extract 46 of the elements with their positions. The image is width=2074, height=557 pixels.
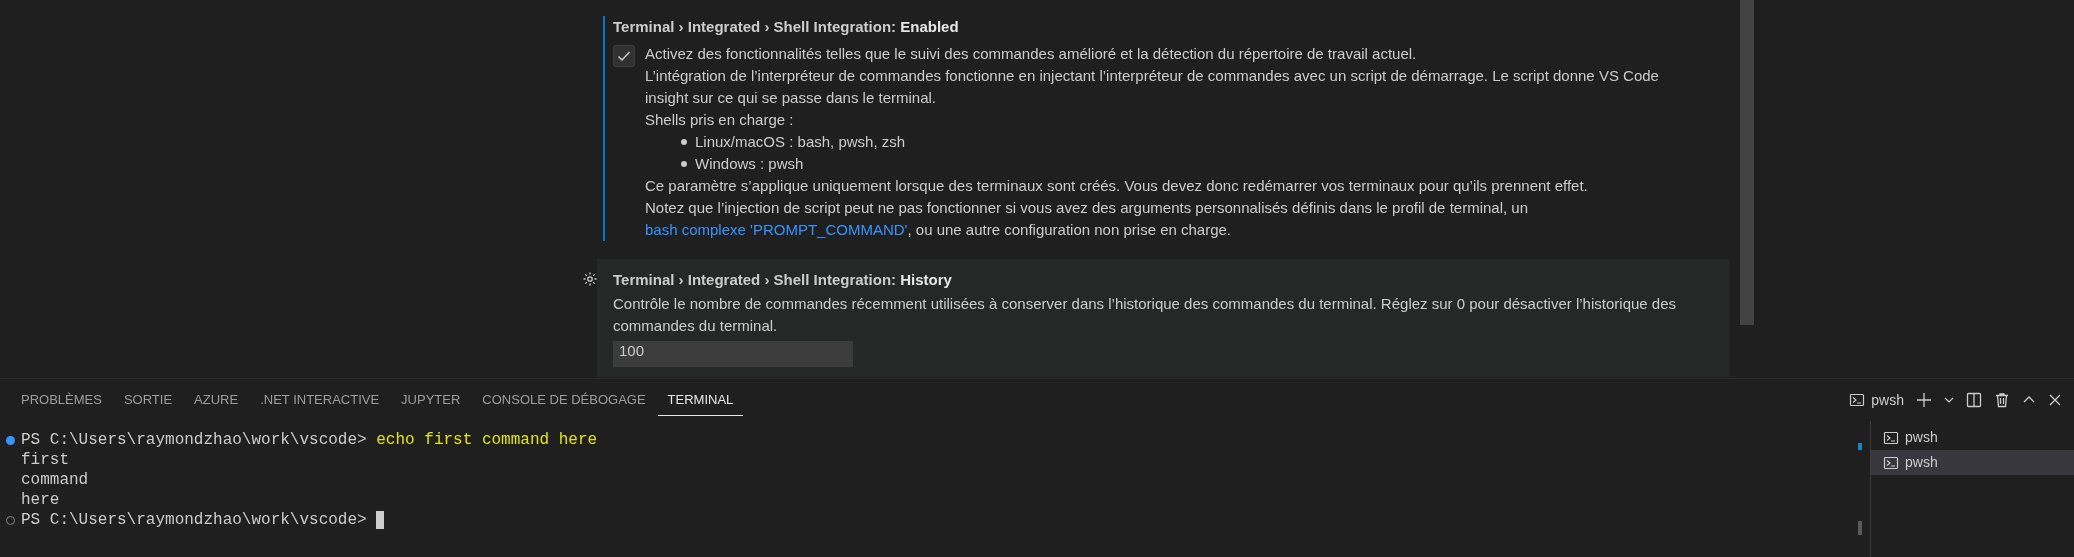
- setting-description: Ce paramètre s’applique uniquement lorsque des terminaux sont créés. Vous devez donc redémarrer vos terminaux pour qu’ils prennent effet.: [645, 175, 1589, 196]
- plus-icon[interactable]: [1916, 392, 1932, 408]
- terminal-icon: [1883, 429, 1899, 446]
- list-item-text: Linux/macOS : bash, pwsh, zsh: [695, 131, 906, 152]
- setting-description: Contrôle le nombre de commandes récemment utilisées à conserver dans l’historique des commandes du terminal. Réglez sur 0 pour désactiver l’historique des commandes du terminal.: [613, 294, 1677, 336]
- setting-description: L’intégration de l’interpréteur de commandes fonctionne en injectant l’interpréteur de commandes avec un script de démarrage. Le script donne VS Code insight sur ce qui se passe dans le terminal.: [645, 65, 1660, 108]
- panel-tab[interactable]: TERMINAL: [657, 383, 744, 417]
- setting-title: Terminal › Integrated › Shell Integration: History: [613, 269, 953, 290]
- gear-icon[interactable]: [582, 270, 598, 287]
- terminal-line: PS C:\Users\raymondzhao\work\vscode> echo first command here: [21, 430, 598, 450]
- panel-tab[interactable]: .NET INTERACTIVE: [250, 383, 390, 417]
- command-status-icon[interactable]: [6, 435, 15, 445]
- terminal-line: PS C:\Users\raymondzhao\work\vscode>: [21, 510, 368, 530]
- scrollbar[interactable]: [1740, 0, 1754, 325]
- chevron-down-icon[interactable]: [1944, 395, 1954, 405]
- panel-tab[interactable]: AZURE: [184, 383, 249, 417]
- terminal-list-item[interactable]: pwsh: [1871, 450, 2074, 475]
- panel-tab[interactable]: JUPYTER: [391, 383, 471, 417]
- terminal-name: pwsh: [1905, 453, 1938, 472]
- panel-tab[interactable]: SORTIE: [113, 383, 183, 417]
- terminal-selector[interactable]: pwsh: [1849, 389, 1904, 411]
- terminal-line: here: [21, 490, 60, 510]
- terminal-icon: [1883, 454, 1899, 471]
- close-icon[interactable]: [2048, 393, 2062, 407]
- terminal-icon: [1849, 392, 1866, 408]
- setting-description: Shells pris en charge :: [645, 109, 795, 130]
- panel-tab[interactable]: CONSOLE DE DÉBOGAGE: [472, 383, 656, 417]
- terminal-name: pwsh: [1905, 428, 1938, 447]
- terminal-line: command: [21, 470, 89, 490]
- checkbox[interactable]: [613, 44, 635, 67]
- panel-tab[interactable]: PROBLÈMES: [11, 383, 112, 417]
- terminal-list-item[interactable]: pwsh: [1871, 425, 2074, 450]
- number-input[interactable]: 100: [613, 341, 853, 367]
- scrollbar-marker: [1858, 443, 1862, 450]
- terminal-line: first: [21, 450, 69, 470]
- setting-link[interactable]: bash complexe 'PROMPT_COMMAND': [645, 220, 908, 238]
- setting-description: Notez que l’injection de script peut ne pas fonctionner si vous avez des arguments personnalisés définis dans le profil de terminal, un bash complexe 'PROMPT_COMMAND', ou une autre configuration non prise en charge.: [645, 197, 1529, 240]
- setting-description: Activez des fonctionnalités telles que le suivi des commandes amélioré et la détection du répertoire de travail actuel.: [645, 43, 1418, 64]
- terminal-name: pwsh: [1871, 390, 1904, 410]
- bullet-icon: [681, 160, 687, 167]
- bullet-icon: [681, 138, 687, 145]
- scrollbar-marker: [1858, 521, 1862, 535]
- trash-icon[interactable]: [1994, 392, 2010, 408]
- list-item-text: Windows : pwsh: [695, 153, 804, 174]
- setting-title: Terminal › Integrated › Shell Integration: Enabled: [613, 17, 960, 37]
- split-icon[interactable]: [1966, 392, 1982, 408]
